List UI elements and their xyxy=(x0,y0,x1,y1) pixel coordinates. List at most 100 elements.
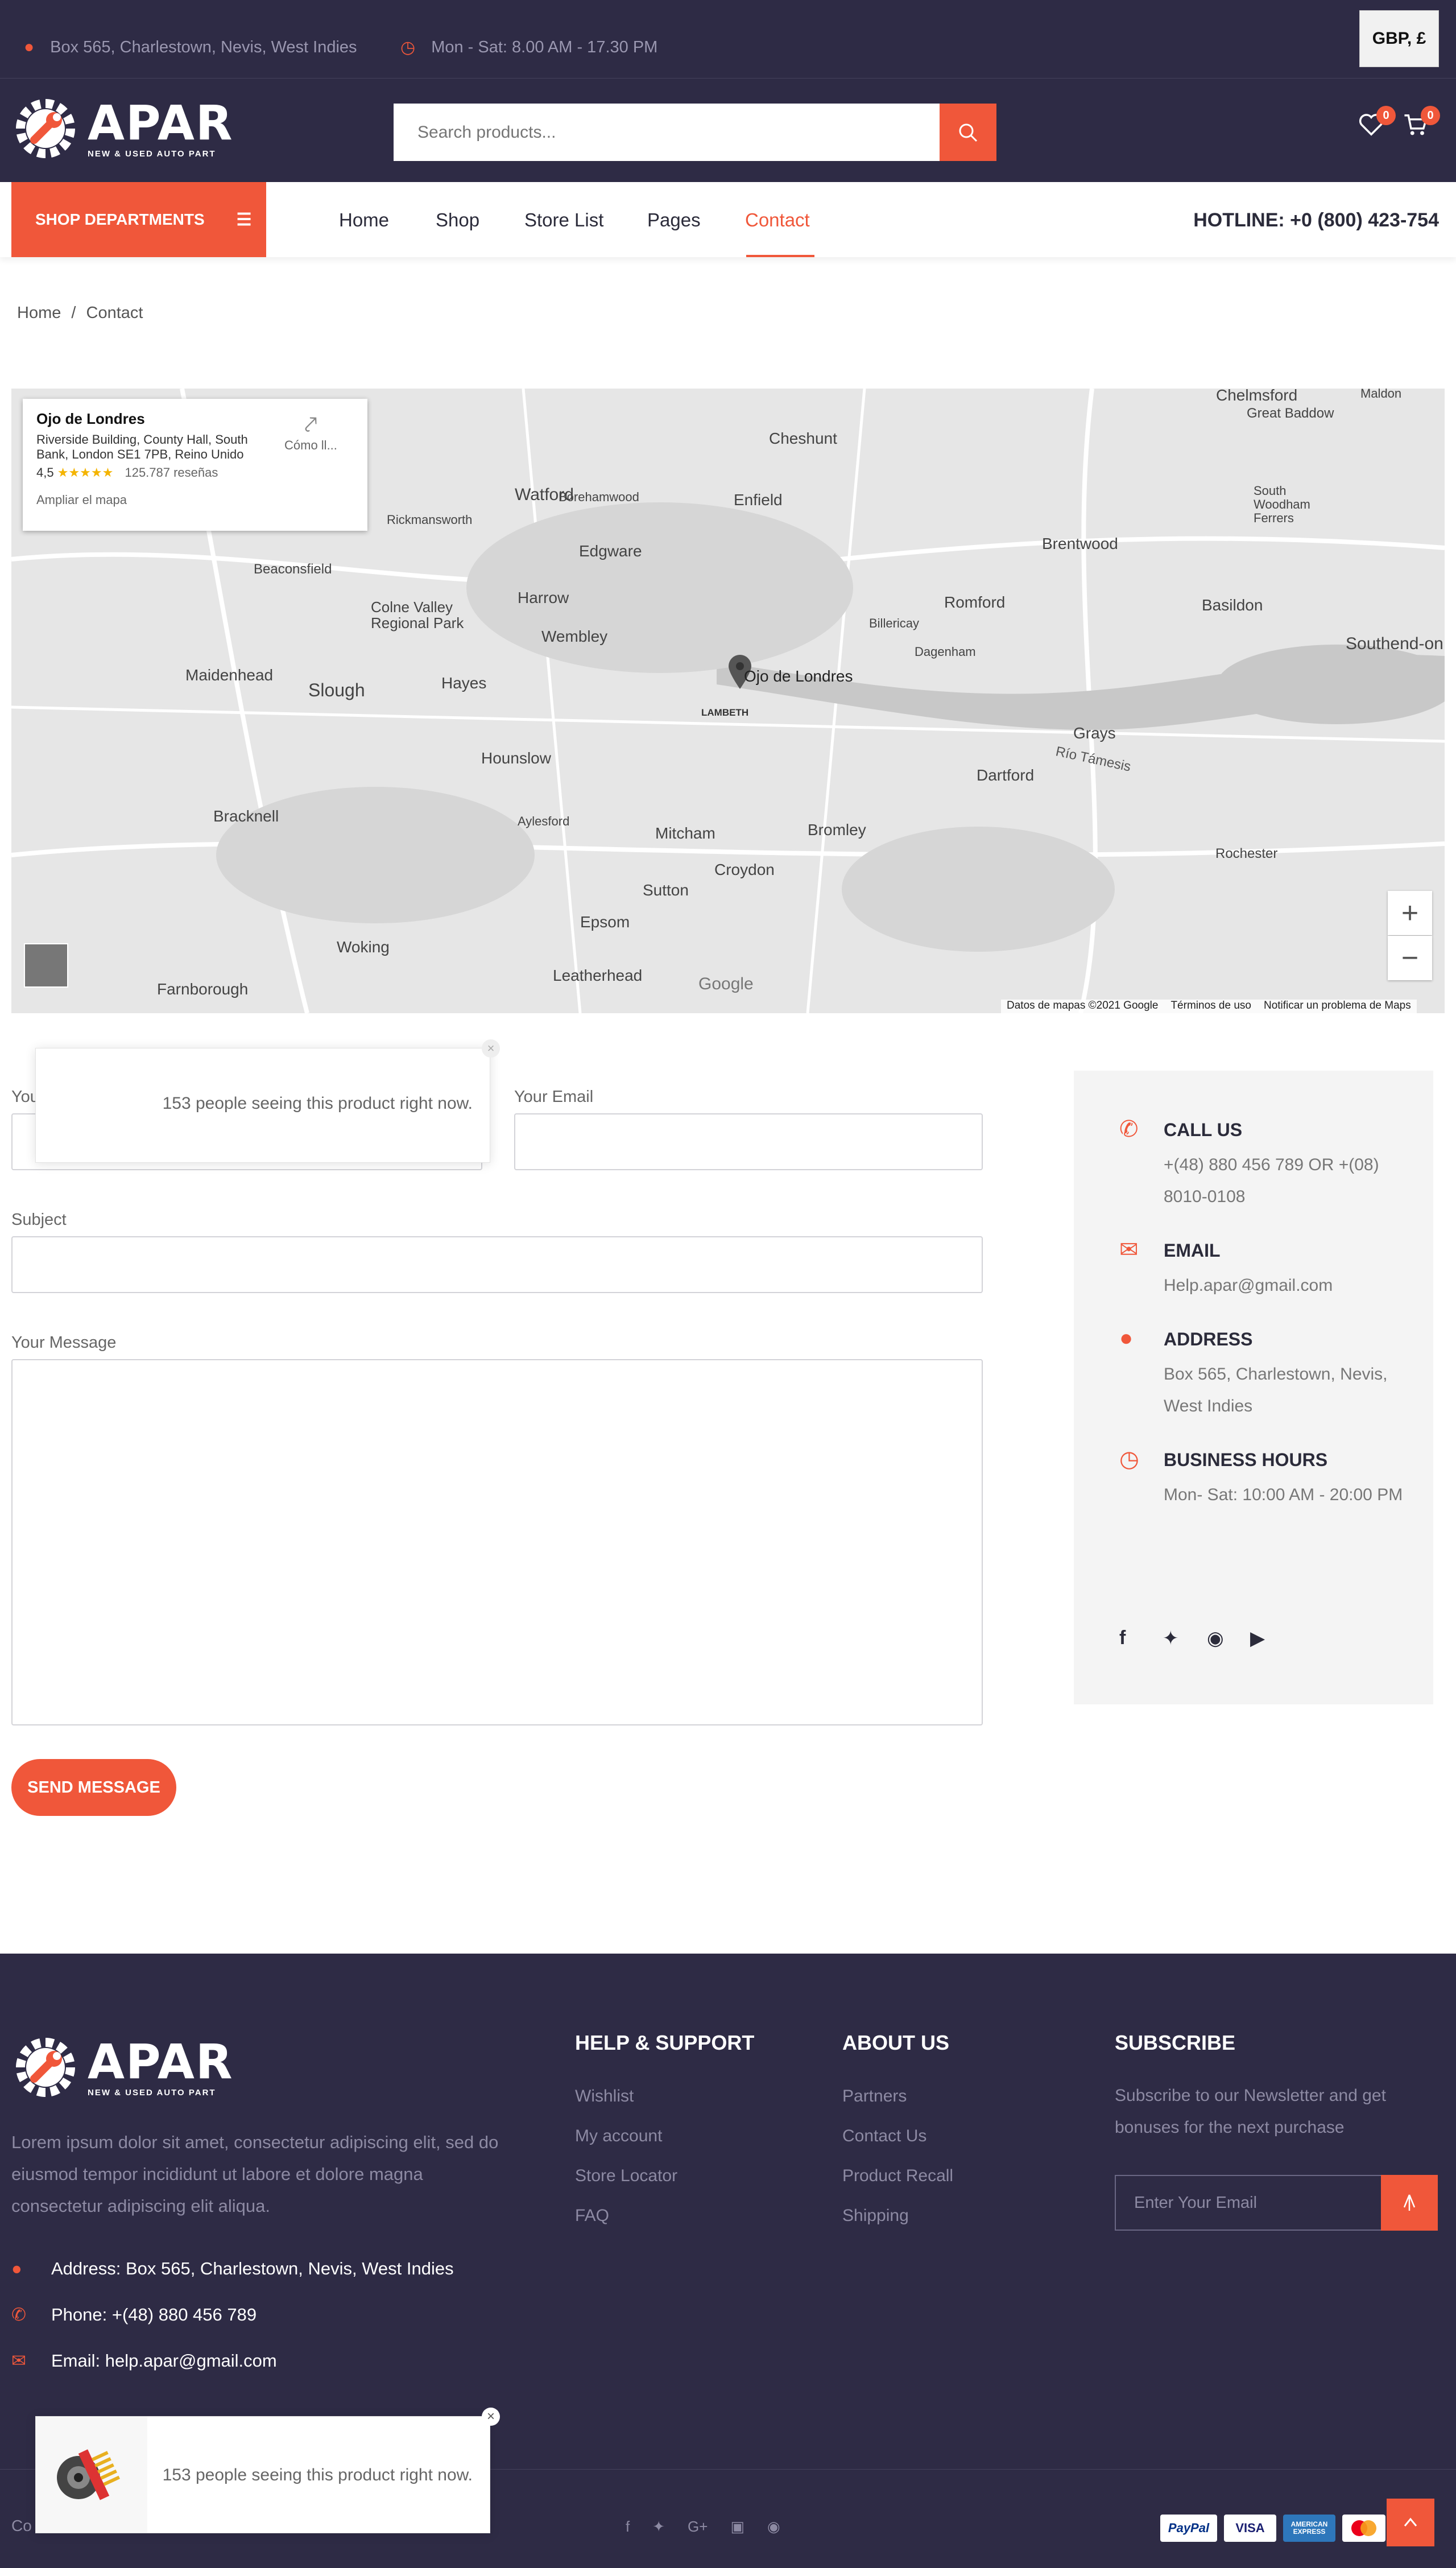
map-town: Cheshunt xyxy=(769,430,837,447)
map-enlarge-link[interactable]: Ampliar el mapa xyxy=(36,493,354,507)
google-plus-icon[interactable]: G+ xyxy=(688,2518,708,2536)
map-pin-sublabel: LAMBETH xyxy=(701,707,749,718)
active-nav-underline xyxy=(746,255,814,257)
footer-link-store-locator[interactable]: Store Locator xyxy=(575,2166,677,2186)
currency-switcher[interactable]: GBP, £ xyxy=(1359,10,1439,67)
map-town: Harrow xyxy=(518,589,569,606)
map-zoom-out-button[interactable]: − xyxy=(1388,936,1432,980)
main-header: APAR NEW & USED AUTO PART 0 0 xyxy=(0,79,1456,182)
popup-text: 153 people seeing this product right now… xyxy=(162,2466,473,2484)
map-town: Great Baddow xyxy=(1247,406,1334,421)
footer-link-account[interactable]: My account xyxy=(575,2127,662,2146)
footer-description: Lorem ipsum dolor sit amet, consectetur … xyxy=(11,2132,499,2216)
envelope-icon: ✉ xyxy=(11,2351,26,2371)
cart-button[interactable]: 0 xyxy=(1403,106,1440,138)
map-town: Borehamwood xyxy=(559,490,639,504)
footer-link-wishlist[interactable]: Wishlist xyxy=(575,2087,634,2106)
footer-link-recall[interactable]: Product Recall xyxy=(842,2166,953,2186)
footer-link-shipping[interactable]: Shipping xyxy=(842,2206,909,2226)
map-town: Croydon xyxy=(714,861,775,878)
twitter-icon[interactable]: ✦ xyxy=(1163,1627,1179,1650)
map-directions-button[interactable]: ⤤ Cómo ll... xyxy=(284,412,337,453)
vk-icon[interactable]: ▣ xyxy=(730,2518,744,2536)
map-town: South Woodham Ferrers xyxy=(1254,484,1310,525)
subscribe-email-input[interactable]: Enter Your Email xyxy=(1115,2175,1381,2231)
map-town: Bracknell xyxy=(213,807,279,825)
map-rating: 4,5 xyxy=(36,465,54,480)
nav-shop[interactable]: Shop xyxy=(436,209,479,231)
chevron-up-icon xyxy=(1404,2517,1417,2526)
map-info-card: Ojo de Londres Riverside Building, Count… xyxy=(23,399,367,531)
close-icon[interactable]: × xyxy=(482,1039,500,1058)
shop-departments-button[interactable]: SHOP DEPARTMENTS ☰ xyxy=(11,182,266,257)
twitter-icon[interactable]: ✦ xyxy=(652,2518,665,2536)
map-satellite-toggle[interactable] xyxy=(24,943,68,988)
facebook-icon[interactable]: f xyxy=(1119,1627,1126,1649)
copyright: Co xyxy=(11,2517,32,2534)
breadcrumb-home[interactable]: Home xyxy=(17,304,61,322)
topbar-hours: ◷ Mon - Sat: 8.00 AM - 17.30 PM xyxy=(400,38,658,57)
back-to-top-button[interactable] xyxy=(1387,2499,1434,2546)
contact-info-box: ✆ CALL US +(48) 880 456 789 OR +(08) 801… xyxy=(1074,1071,1433,1704)
amex-icon: AMERICAN EXPRESS xyxy=(1283,2515,1335,2542)
subject-field[interactable] xyxy=(11,1236,983,1293)
google-map[interactable]: Ojo de Londres LAMBETH Watford Cheshunt … xyxy=(11,389,1445,1013)
map-town: Edgware xyxy=(579,542,642,560)
footer-link-contact[interactable]: Contact Us xyxy=(842,2127,926,2146)
social-proof-popup-bottom: × 153 people seeing this product right n… xyxy=(35,2408,500,2533)
send-message-button[interactable]: SEND MESSAGE xyxy=(11,1759,176,1816)
map-town: Maidenhead xyxy=(185,666,274,684)
close-icon[interactable]: × xyxy=(482,2408,500,2426)
subscribe-button[interactable] xyxy=(1381,2175,1438,2231)
send-icon xyxy=(1403,2194,1416,2211)
map-zoom-in-button[interactable]: + xyxy=(1388,891,1432,935)
nav-contact[interactable]: Contact xyxy=(745,209,810,231)
subscribe-description: Subscribe to our Newsletter and get bonu… xyxy=(1115,2086,1386,2137)
top-bar: ● Box 565, Charlestown, Nevis, West Indie… xyxy=(0,0,1456,79)
map-place-address: Riverside Building, County Hall, South B… xyxy=(36,432,248,461)
location-pin-icon: ● xyxy=(24,38,35,56)
youtube-icon[interactable]: ▶ xyxy=(1250,1627,1265,1650)
location-pin-icon: ● xyxy=(1119,1326,1134,1351)
nav-home[interactable]: Home xyxy=(339,209,389,231)
footer-link-faq[interactable]: FAQ xyxy=(575,2206,609,2226)
footer-link-partners[interactable]: Partners xyxy=(842,2087,907,2106)
nav-store-list[interactable]: Store List xyxy=(524,209,603,231)
breadcrumb: Home / Contact xyxy=(17,304,143,322)
message-field[interactable] xyxy=(11,1359,983,1725)
wishlist-count-badge: 0 xyxy=(1376,106,1396,125)
map-town: Slough xyxy=(308,680,365,700)
footer-logo[interactable]: APAR NEW & USED AUTO PART xyxy=(11,2033,234,2102)
map-town: Bromley xyxy=(808,821,866,839)
help-support-title: HELP & SUPPORT xyxy=(575,2031,755,2054)
product-thumbnail xyxy=(36,2417,147,2533)
clock-icon: ◷ xyxy=(400,38,416,57)
site-logo[interactable]: APAR NEW & USED AUTO PART xyxy=(11,94,234,163)
map-town: Dagenham xyxy=(915,645,976,659)
search-button[interactable] xyxy=(940,104,996,161)
map-report-link[interactable]: Notificar un problema de Maps xyxy=(1264,1000,1411,1013)
map-town: Hounslow xyxy=(481,749,551,767)
map-town: Dartford xyxy=(977,766,1035,784)
mastercard-icon xyxy=(1342,2515,1385,2542)
nav-pages[interactable]: Pages xyxy=(647,209,701,231)
facebook-icon[interactable]: f xyxy=(626,2518,630,2536)
wishlist-button[interactable]: 0 xyxy=(1358,106,1396,138)
instagram-icon[interactable]: ◉ xyxy=(1207,1627,1224,1650)
footer-phone: ✆ Phone: +(48) 880 456 789 xyxy=(11,2305,257,2325)
map-town: Aylesford xyxy=(518,814,570,828)
search-input[interactable] xyxy=(394,104,940,161)
logo-tagline: NEW & USED AUTO PART xyxy=(88,148,216,159)
map-town: Colne Valley Regional Park xyxy=(371,598,464,631)
map-town: Wembley xyxy=(541,627,608,645)
social-proof-popup: × 153 people seeing this product right n… xyxy=(35,1039,500,1163)
map-town: Hayes xyxy=(441,674,487,692)
phone-icon: ✆ xyxy=(11,2305,26,2325)
hotline: HOTLINE: +0 (800) 423-754 xyxy=(1193,209,1439,231)
instagram-icon[interactable]: ◉ xyxy=(767,2518,780,2536)
map-reviews-link[interactable]: 125.787 reseñas xyxy=(125,465,218,480)
map-town: Billericay xyxy=(869,616,920,630)
email-field[interactable] xyxy=(514,1113,983,1170)
phone-icon: ✆ xyxy=(1119,1117,1139,1142)
map-terms-link[interactable]: Términos de uso xyxy=(1170,1000,1251,1013)
